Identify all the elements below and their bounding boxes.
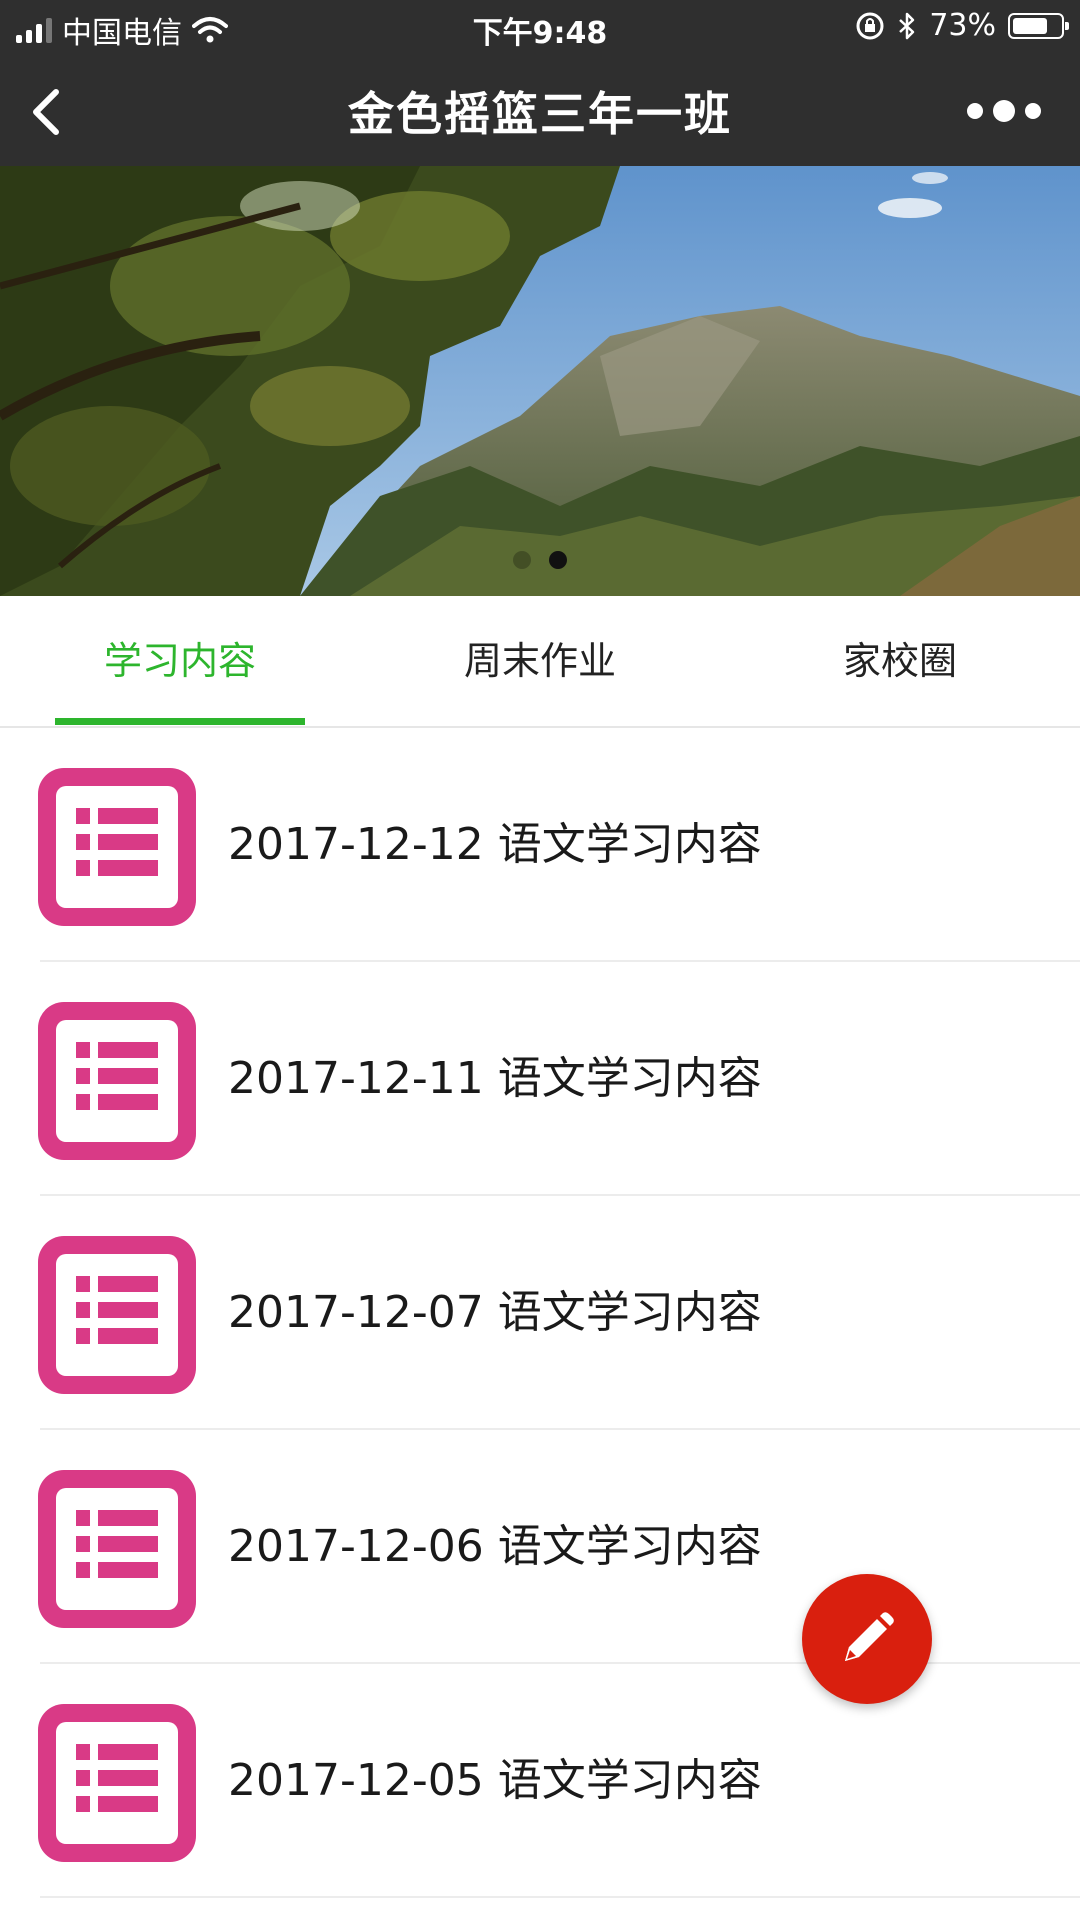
- status-right: 73%: [855, 8, 1069, 43]
- page-title: 金色摇篮三年一班: [348, 87, 732, 141]
- content-list: 2017-12-12 语文学习内容 2017-12-11 语文学习内容 2017…: [0, 728, 1080, 1898]
- battery-fill: [1013, 17, 1047, 34]
- list-item-title: 2017-12-06 语文学习内容: [228, 1521, 762, 1572]
- battery-icon: [1008, 12, 1069, 39]
- list-item[interactable]: 2017-12-11 语文学习内容: [0, 962, 1080, 1196]
- list-item[interactable]: 2017-12-05 语文学习内容: [0, 1664, 1080, 1898]
- tab-learning-content[interactable]: 学习内容: [0, 596, 360, 726]
- list-item[interactable]: 2017-12-07 语文学习内容: [0, 1196, 1080, 1430]
- pencil-icon: [845, 1612, 894, 1661]
- list-item[interactable]: 2017-12-12 语文学习内容: [0, 728, 1080, 962]
- carousel-dot: [549, 551, 567, 569]
- tab-bar: 学习内容 周末作业 家校圈: [0, 596, 1080, 728]
- bluetooth-icon: [899, 12, 915, 39]
- banner-image: [0, 166, 1080, 596]
- list-document-icon: [38, 1236, 196, 1394]
- list-document-icon: [38, 1704, 196, 1862]
- list-item-title: 2017-12-11 语文学习内容: [228, 1053, 762, 1104]
- tab-home-school-circle[interactable]: 家校圈: [720, 596, 1080, 726]
- more-dots-icon[interactable]: [954, 96, 1054, 126]
- list-item-title: 2017-12-07 语文学习内容: [228, 1287, 762, 1338]
- compose-button[interactable]: [802, 1574, 932, 1704]
- status-bar: 中国电信 下午9:48 73%: [0, 0, 1080, 56]
- lock-rotation-icon: [856, 12, 884, 39]
- battery-percent: 73%: [929, 8, 996, 43]
- carousel-dots: [0, 551, 1080, 569]
- list-document-icon: [38, 1002, 196, 1160]
- banner-carousel[interactable]: [0, 166, 1080, 596]
- active-tab-indicator: [55, 718, 305, 725]
- list-item-title: 2017-12-12 语文学习内容: [228, 819, 762, 870]
- list-document-icon: [38, 1470, 196, 1628]
- nav-bar: 金色摇篮三年一班: [0, 56, 1080, 166]
- list-document-icon: [38, 768, 196, 926]
- carousel-dot: [513, 551, 531, 569]
- tab-weekend-homework[interactable]: 周末作业: [360, 596, 720, 726]
- list-item-title: 2017-12-05 语文学习内容: [228, 1755, 762, 1806]
